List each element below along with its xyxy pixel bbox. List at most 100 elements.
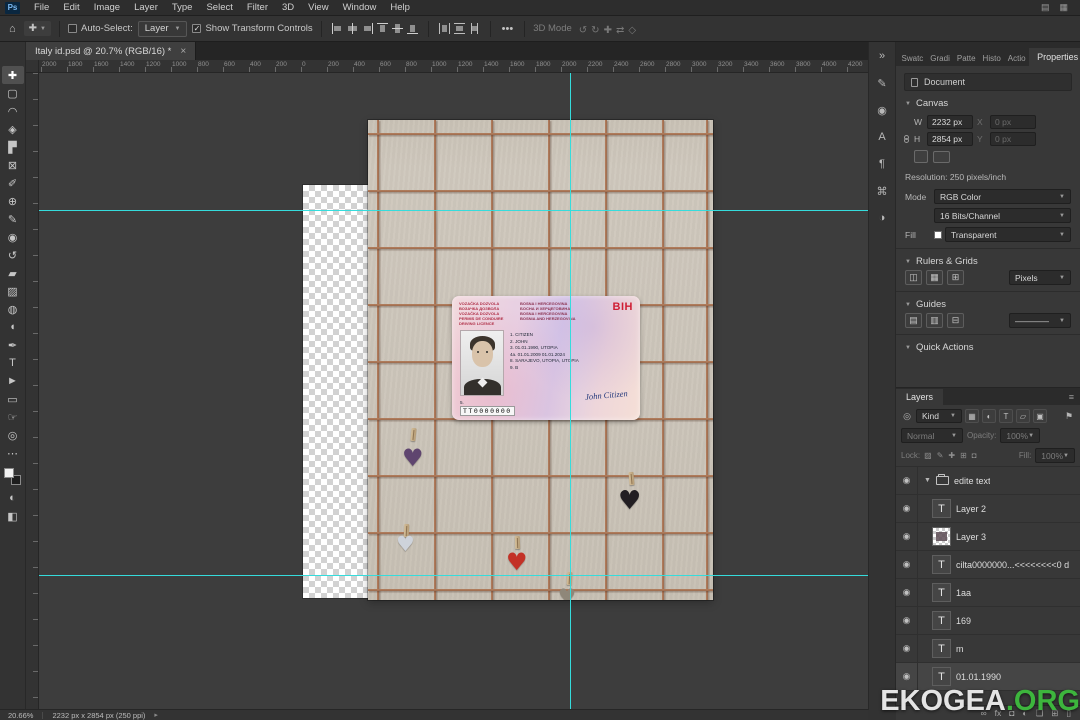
photoshop-logo-icon[interactable]: Ps [5, 1, 20, 14]
lock-all-icon[interactable]: ◘ [972, 451, 977, 460]
more-options-icon[interactable]: ••• [499, 23, 517, 35]
current-tool-preset[interactable]: ✚ ▼ [23, 21, 51, 36]
gradient-tool[interactable]: ▨ [2, 282, 24, 300]
bit-depth-select[interactable]: 16 Bits/Channel ▼ [934, 208, 1071, 223]
align-right-icon[interactable] [360, 21, 374, 35]
clone-stamp-tool[interactable]: ◉ [2, 228, 24, 246]
layer-visibility-icon[interactable]: ◉ [896, 467, 918, 494]
blend-mode-select[interactable]: Normal ▼ [901, 428, 963, 443]
layer-visibility-icon[interactable]: ◉ [896, 551, 918, 578]
history-brush-tool[interactable]: ↺ [2, 246, 24, 264]
y-field[interactable]: 0 px [990, 132, 1036, 146]
guide-style-select[interactable]: ———— ▼ [1009, 313, 1071, 328]
layer-visibility-icon[interactable]: ◉ [896, 579, 918, 606]
share-icon[interactable]: ▤ [1041, 2, 1050, 13]
fill-select[interactable]: 100% ▼ [1035, 448, 1075, 463]
text-layer-thumbnail[interactable]: T [932, 639, 951, 658]
collapse-panels-icon[interactable]: » [872, 47, 892, 65]
marquee-tool[interactable]: ▢ [2, 84, 24, 102]
layer-row[interactable]: ◉ Tm [896, 635, 1080, 663]
units-select[interactable]: Pixels ▼ [1009, 270, 1071, 285]
guide-vertical[interactable] [570, 73, 571, 710]
move-tool[interactable]: ✚ [1, 66, 24, 84]
ruler-corner[interactable] [26, 60, 39, 73]
text-layer-thumbnail[interactable]: T [932, 583, 951, 602]
link-dimensions-icon[interactable] [900, 134, 912, 143]
zoom-level-field[interactable]: 20.66% [8, 711, 33, 720]
distribute-spacing-icon[interactable] [467, 21, 481, 35]
document-tab[interactable]: Italy id.psd @ 20.7% (RGB/16) * × [26, 42, 197, 60]
3d-slide-icon[interactable]: ⇄ [614, 25, 626, 36]
layer-row[interactable]: ◉ T Layer 2 [896, 495, 1080, 523]
menu-window[interactable]: Window [336, 0, 384, 16]
align-left-icon[interactable] [330, 21, 344, 35]
lock-pixels-icon[interactable]: ✎ [937, 451, 944, 460]
text-layer-thumbnail[interactable]: T [932, 499, 951, 518]
3d-rotate-icon[interactable]: ↺ [577, 25, 589, 36]
filter-smart-objects-icon[interactable]: ▣ [1033, 409, 1047, 423]
paragraph-panel-icon[interactable]: ¶ [872, 155, 892, 173]
dodge-tool[interactable]: ◖ [2, 318, 24, 336]
auto-select-checkbox[interactable]: Auto-Select: [68, 23, 133, 34]
lock-artboard-icon[interactable]: ⊞ [960, 451, 967, 460]
menu-help[interactable]: Help [383, 0, 417, 16]
align-top-icon[interactable] [375, 21, 389, 35]
show-transform-checkbox[interactable]: ✓ Show Transform Controls [192, 23, 313, 34]
guide-layout-icon[interactable]: ▥ [926, 313, 943, 328]
crop-tool[interactable]: ▛ [2, 138, 24, 156]
blur-tool[interactable]: ◍ [2, 300, 24, 318]
lasso-tool[interactable]: ◠ [2, 102, 24, 120]
document-selector[interactable]: Document [904, 73, 1072, 91]
guide-horizontal[interactable] [39, 575, 868, 576]
guide-horizontal[interactable] [39, 210, 868, 211]
text-layer-thumbnail[interactable]: T [932, 667, 951, 686]
brush-tool[interactable]: ✎ [2, 210, 24, 228]
menu-type[interactable]: Type [165, 0, 200, 16]
3d-scale-icon[interactable]: ◇ [626, 25, 638, 36]
canvas-section-header[interactable]: ▼ Canvas [905, 98, 1071, 109]
layer-visibility-icon[interactable]: ◉ [896, 607, 918, 634]
layer-visibility-icon[interactable]: ◉ [896, 495, 918, 522]
group-chevron-icon[interactable]: ▼ [924, 477, 931, 484]
healing-brush-tool[interactable]: ⊕ [2, 192, 24, 210]
filter-adjustment-layers-icon[interactable]: ◐ [982, 409, 996, 423]
filter-pixel-layers-icon[interactable]: ▦ [965, 409, 979, 423]
color-swatches[interactable] [4, 468, 21, 485]
align-center-horizontal-icon[interactable] [345, 21, 359, 35]
lock-transparency-icon[interactable]: ▨ [924, 451, 932, 460]
grid-toggle-icon[interactable]: ▦ [926, 270, 943, 285]
snap-toggle-icon[interactable]: ⊞ [947, 270, 964, 285]
ruler-toggle-icon[interactable]: ◫ [905, 270, 922, 285]
path-selection-tool[interactable]: ► [2, 372, 24, 390]
canvas-fill-select[interactable]: Transparent ▼ [945, 227, 1071, 242]
lock-position-icon[interactable]: ✚ [948, 451, 955, 460]
vertical-ruler[interactable] [26, 73, 39, 710]
frame-tool[interactable]: ⊠ [2, 156, 24, 174]
filter-shape-layers-icon[interactable]: ▱ [1016, 409, 1030, 423]
layer-row[interactable]: ◉ Layer 3 [896, 523, 1080, 551]
pen-tool[interactable]: ✒ [2, 336, 24, 354]
kind-filter-select[interactable]: Kind ▼ [916, 409, 962, 423]
horizontal-ruler[interactable]: 2000 1800 1600 1400 1200 1000 800 600 400 200 0 200… [39, 60, 868, 73]
quick-mask-icon[interactable]: ◐ [2, 489, 24, 507]
auto-select-dropdown[interactable]: Layer ▼ [137, 20, 188, 37]
fill-swatch[interactable] [934, 230, 942, 239]
color-mode-select[interactable]: RGB Color ▼ [934, 189, 1071, 204]
status-popup-icon[interactable]: ▸ [154, 711, 158, 719]
new-guide-icon[interactable]: ▤ [905, 313, 922, 328]
quick-selection-tool[interactable]: ◈ [2, 120, 24, 138]
panel-menu-icon[interactable]: ≡ [1063, 389, 1080, 405]
workspace-switcher-icon[interactable]: ▦ [1059, 2, 1068, 13]
menu-3d[interactable]: 3D [275, 0, 301, 16]
3d-roll-icon[interactable]: ↻ [589, 25, 601, 36]
portrait-orientation-button[interactable] [914, 150, 928, 163]
text-layer-thumbnail[interactable]: T [932, 555, 951, 574]
eyedropper-tool[interactable]: ✐ [2, 174, 24, 192]
eraser-tool[interactable]: ▰ [2, 264, 24, 282]
layer-visibility-icon[interactable]: ◉ [896, 523, 918, 550]
panel-tab-actio[interactable]: Actio [1004, 51, 1029, 66]
foreground-color-swatch[interactable] [4, 468, 14, 478]
edit-toolbar-icon[interactable]: ⋯ [2, 444, 24, 462]
distribute-vertical-icon[interactable] [452, 21, 466, 35]
distribute-horizontal-icon[interactable] [437, 21, 451, 35]
